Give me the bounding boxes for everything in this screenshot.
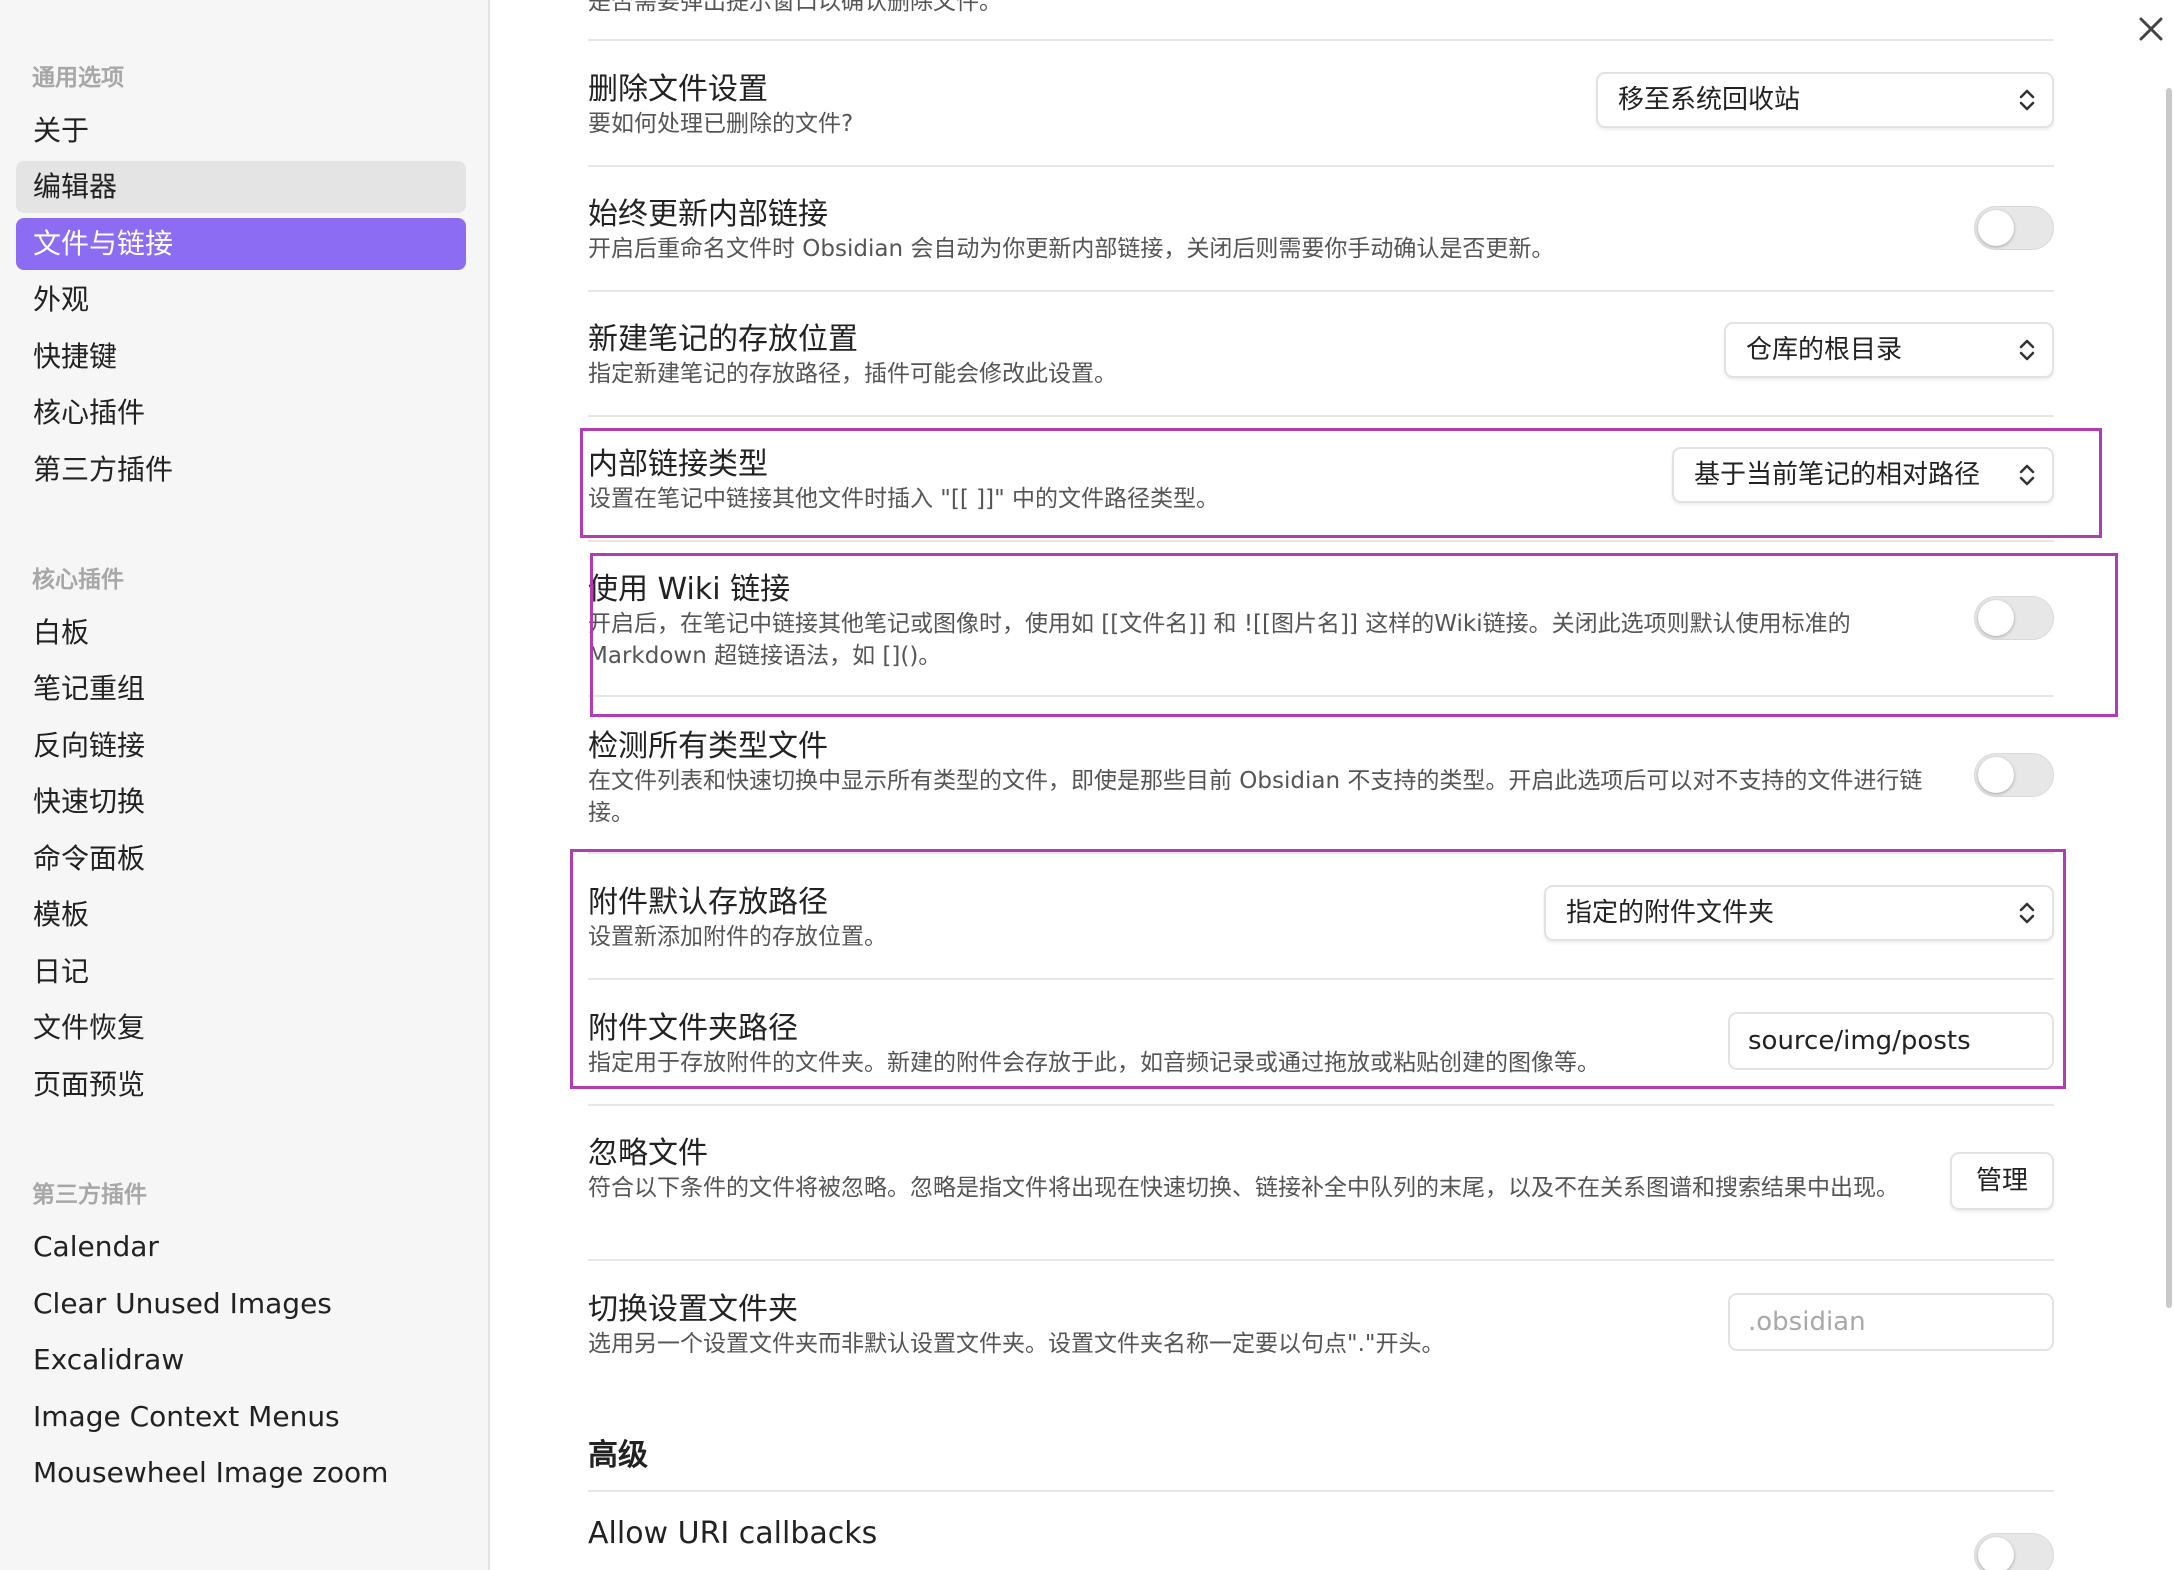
select-value: 移至系统回收站 [1618,85,1801,115]
settings-content: 是否需要弹出提示窗口以确认删除文件。 删除文件设置 要如何处理已删除的文件? 移… [492,0,2174,1570]
sidebar-item-command-palette[interactable]: 命令面板 [16,833,466,885]
delete-files-select[interactable]: 移至系统回收站 [1596,72,2054,128]
setting-title: 始终更新内部链接 [588,197,828,232]
annotation-box-link-format [580,428,2102,538]
chevron-up-down-icon [2019,89,2035,111]
setting-uri-callbacks: Allow URI callbacks [588,1516,2054,1570]
config-folder-input[interactable]: .obsidian [1728,1293,2054,1351]
setting-title: 忽略文件 [588,1136,708,1171]
sidebar-item-file-recovery[interactable]: 文件恢复 [16,1002,466,1054]
sidebar-item-note-composer[interactable]: 笔记重组 [16,663,466,715]
setting-config-folder: 切换设置文件夹 选用另一个设置文件夹而非默认设置文件夹。设置文件夹名称一定要以句… [588,1284,2054,1364]
sidebar-item-daily-notes[interactable]: 日记 [16,946,466,998]
sidebar-item-backlinks[interactable]: 反向链接 [16,720,466,772]
scrollbar[interactable] [2166,88,2172,1308]
sidebar-item-excalidraw[interactable]: Excalidraw [16,1334,466,1386]
setting-detect-all-files: 检测所有类型文件 在文件列表和快速切换中显示所有类型的文件，即使是那些目前 Ob… [588,721,2054,831]
divider [588,290,2054,292]
divider [588,1259,2054,1261]
setting-delete-files: 删除文件设置 要如何处理已删除的文件? 移至系统回收站 [588,64,2054,144]
sidebar-item-image-context-menus[interactable]: Image Context Menus [16,1391,466,1443]
sidebar-item-hotkeys[interactable]: 快捷键 [16,331,466,383]
uri-callbacks-toggle[interactable] [1974,1533,2054,1570]
close-icon[interactable] [2136,14,2166,44]
detect-all-files-toggle[interactable] [1974,753,2054,797]
sidebar-group-title-community: 第三方插件 [32,1182,147,1208]
confirm-delete-desc: 是否需要弹出提示窗口以确认删除文件。 [588,0,1002,15]
setting-new-note-location: 新建笔记的存放位置 指定新建笔记的存放路径，插件可能会修改此设置。 仓库的根目录 [588,314,2054,394]
manage-ignore-button[interactable]: 管理 [1949,1152,2054,1210]
setting-auto-update-links: 始终更新内部链接 开启后重命名文件时 Obsidian 会自动为你更新内部链接，… [588,189,2054,269]
sidebar-item-editor[interactable]: 编辑器 [16,161,466,213]
setting-title: 新建笔记的存放位置 [588,322,858,357]
toggle-knob [1978,210,2014,246]
setting-title: Allow URI callbacks [588,1516,878,1551]
select-value: 仓库的根目录 [1746,335,1903,365]
sidebar-item-appearance[interactable]: 外观 [16,274,466,326]
new-note-location-select[interactable]: 仓库的根目录 [1724,322,2054,378]
sidebar-group-title-general: 通用选项 [32,65,124,91]
auto-update-links-toggle[interactable] [1974,206,2054,250]
sidebar-item-templates[interactable]: 模板 [16,889,466,941]
sidebar-item-clear-unused-images[interactable]: Clear Unused Images [16,1278,466,1330]
setting-desc: 在文件列表和快速切换中显示所有类型的文件，即使是那些目前 Obsidian 不支… [588,768,1923,826]
setting-title: 删除文件设置 [588,72,768,107]
sidebar-item-files-links[interactable]: 文件与链接 [16,218,466,270]
setting-desc: 开启后重命名文件时 Obsidian 会自动为你更新内部链接，关闭后则需要你手动… [588,236,1555,262]
sidebar-item-community-plugins[interactable]: 第三方插件 [16,444,466,496]
chevron-up-down-icon [2019,339,2035,361]
divider [588,415,2054,417]
sidebar-item-core-plugins[interactable]: 核心插件 [16,387,466,439]
setting-title: 检测所有类型文件 [588,729,828,764]
divider [588,1490,2054,1492]
setting-title: 切换设置文件夹 [588,1292,798,1327]
sidebar-item-quick-switcher[interactable]: 快速切换 [16,776,466,828]
setting-desc: 选用另一个设置文件夹而非默认设置文件夹。设置文件夹名称一定要以句点"."开头。 [588,1331,1445,1357]
divider [588,39,2054,41]
annotation-box-wiki-links [590,553,2118,717]
sidebar-item-mousewheel-image-zoom[interactable]: Mousewheel Image zoom [16,1447,466,1499]
toggle-knob [1978,757,2014,793]
sidebar-item-canvas[interactable]: 白板 [16,607,466,659]
setting-desc: 指定新建笔记的存放路径，插件可能会修改此设置。 [588,361,1117,387]
sidebar-item-calendar[interactable]: Calendar [16,1221,466,1273]
divider [588,1104,2054,1106]
advanced-heading: 高级 [588,1438,648,1473]
setting-desc: 要如何处理已删除的文件? [588,111,854,137]
toggle-knob [1978,1537,2014,1570]
divider [588,540,2054,542]
settings-sidebar: 通用选项 关于 编辑器 文件与链接 外观 快捷键 核心插件 第三方插件 核心插件… [0,0,490,1570]
setting-ignore-files: 忽略文件 符合以下条件的文件将被忽略。忽略是指文件将出现在快速切换、链接补全中队… [588,1128,2054,1238]
sidebar-item-page-preview[interactable]: 页面预览 [16,1059,466,1111]
setting-desc: 符合以下条件的文件将被忽略。忽略是指文件将出现在快速切换、链接补全中队列的末尾，… [588,1175,1899,1201]
sidebar-item-about[interactable]: 关于 [16,105,466,157]
sidebar-group-title-core: 核心插件 [32,567,124,593]
annotation-box-attachments [570,849,2066,1089]
divider [588,165,2054,167]
